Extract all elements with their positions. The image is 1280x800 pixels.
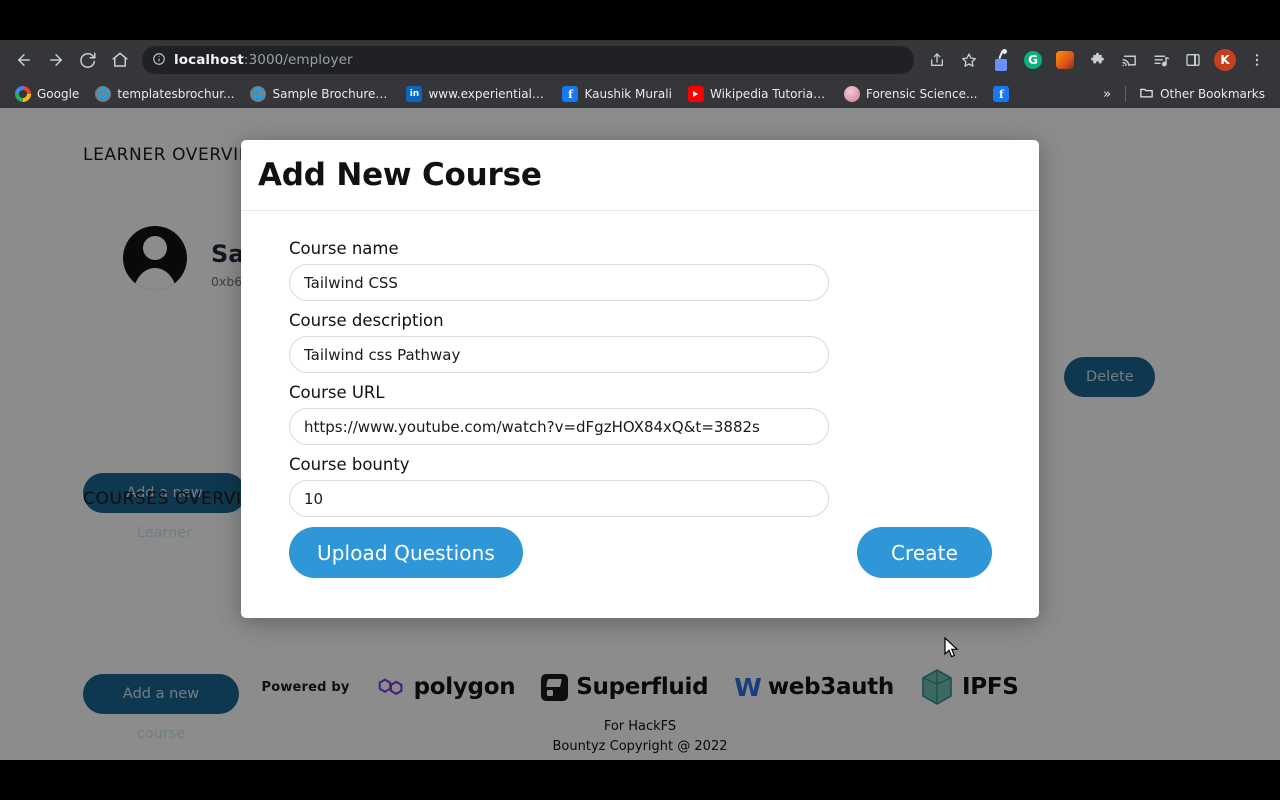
bookmark-item[interactable]: 🌐 Sample Brochure,... bbox=[243, 84, 397, 104]
toolbar-right-icons: G K bbox=[922, 45, 1272, 75]
browser-toolbar: localhost:3000/employer G K bbox=[0, 40, 1280, 80]
linkedin-favicon: in bbox=[406, 86, 423, 102]
course-description-label: Course description bbox=[289, 311, 444, 330]
cast-icon[interactable] bbox=[1114, 45, 1144, 75]
globe-favicon: 🌐 bbox=[250, 86, 267, 102]
share-icon[interactable] bbox=[922, 45, 952, 75]
pink-favicon bbox=[843, 86, 860, 102]
course-description-input[interactable] bbox=[289, 336, 829, 373]
bookmark-label: Kaushik Murali bbox=[584, 87, 672, 101]
add-new-course-modal: Add New Course Course name Course descri… bbox=[241, 140, 1039, 618]
modal-body: Course name Course description Course UR… bbox=[241, 211, 1039, 583]
course-url-label: Course URL bbox=[289, 383, 385, 402]
course-bounty-label: Course bounty bbox=[289, 455, 410, 474]
bookmark-label: Google bbox=[37, 87, 80, 101]
bookmark-label: Sample Brochure,... bbox=[272, 87, 391, 101]
other-bookmarks-label: Other Bookmarks bbox=[1160, 87, 1265, 101]
firefox-extension-icon[interactable] bbox=[1050, 45, 1080, 75]
bookmark-star-icon[interactable] bbox=[954, 45, 984, 75]
reading-list-icon[interactable] bbox=[1146, 45, 1176, 75]
browser-window: localhost:3000/employer G K Google 🌐 tem… bbox=[0, 0, 1280, 800]
facebook-favicon: f bbox=[562, 86, 579, 102]
bookmark-item[interactable]: 🌐 templatesbrochur... bbox=[88, 84, 241, 104]
bookmark-label: Wikipedia Tutorial:... bbox=[709, 87, 828, 101]
bookmarks-bar: Google 🌐 templatesbrochur... 🌐 Sample Broc… bbox=[0, 80, 1280, 108]
bookmark-label: templatesbrochur... bbox=[117, 87, 235, 101]
bookmark-item[interactable]: in www.experiential-... bbox=[399, 84, 553, 104]
home-button[interactable] bbox=[104, 44, 136, 76]
google-favicon bbox=[15, 86, 31, 102]
other-bookmarks-button[interactable]: Other Bookmarks bbox=[1132, 83, 1272, 105]
metamask-extension-icon[interactable] bbox=[986, 45, 1016, 75]
page-viewport: LEARNER OVERVIEW Say 0xb6F Delete Add a … bbox=[0, 108, 1280, 760]
url-path: :3000/employer bbox=[243, 52, 353, 68]
facebook-favicon: f bbox=[993, 86, 1010, 102]
reload-button[interactable] bbox=[72, 44, 104, 76]
url-host: localhost bbox=[174, 52, 244, 68]
grammarly-extension-icon[interactable]: G bbox=[1018, 45, 1048, 75]
modal-title: Add New Course bbox=[258, 157, 542, 193]
course-url-input[interactable] bbox=[289, 408, 829, 445]
side-panel-icon[interactable] bbox=[1178, 45, 1208, 75]
bookmark-label: Forensic Science... bbox=[865, 87, 978, 101]
course-name-input[interactable] bbox=[289, 264, 829, 301]
upload-questions-button[interactable]: Upload Questions bbox=[289, 527, 523, 578]
forward-button[interactable] bbox=[40, 44, 72, 76]
tab-strip bbox=[0, 0, 1280, 40]
modal-header: Add New Course bbox=[241, 140, 1039, 211]
course-name-label: Course name bbox=[289, 239, 399, 258]
bookmark-item[interactable]: f Kaushik Murali bbox=[555, 84, 679, 104]
bookmark-item[interactable]: Forensic Science... bbox=[837, 84, 984, 104]
bookmark-item[interactable]: f bbox=[986, 84, 1016, 104]
site-info-icon[interactable] bbox=[152, 51, 166, 70]
address-bar[interactable]: localhost:3000/employer bbox=[142, 46, 914, 74]
extensions-puzzle-icon[interactable] bbox=[1082, 45, 1112, 75]
avatar-initial: K bbox=[1214, 49, 1236, 71]
url-text: localhost:3000/employer bbox=[174, 52, 353, 68]
bookmarks-divider bbox=[1125, 86, 1127, 102]
modal-button-row: Upload Questions Create bbox=[289, 527, 992, 583]
course-bounty-input[interactable] bbox=[289, 480, 829, 517]
bookmark-item[interactable]: Google bbox=[8, 84, 86, 104]
bookmark-item[interactable]: Wikipedia Tutorial:... bbox=[681, 84, 835, 104]
profile-avatar[interactable]: K bbox=[1210, 45, 1240, 75]
back-button[interactable] bbox=[8, 44, 40, 76]
create-button[interactable]: Create bbox=[856, 527, 992, 578]
youtube-favicon bbox=[687, 86, 704, 102]
globe-favicon: 🌐 bbox=[95, 86, 112, 102]
folder-icon bbox=[1139, 85, 1154, 103]
three-dot-menu-icon[interactable] bbox=[1242, 45, 1272, 75]
bookmarks-overflow-button[interactable]: » bbox=[1095, 85, 1119, 104]
employer-page: LEARNER OVERVIEW Say 0xb6F Delete Add a … bbox=[0, 108, 1280, 760]
bookmark-label: www.experiential-... bbox=[428, 87, 547, 101]
